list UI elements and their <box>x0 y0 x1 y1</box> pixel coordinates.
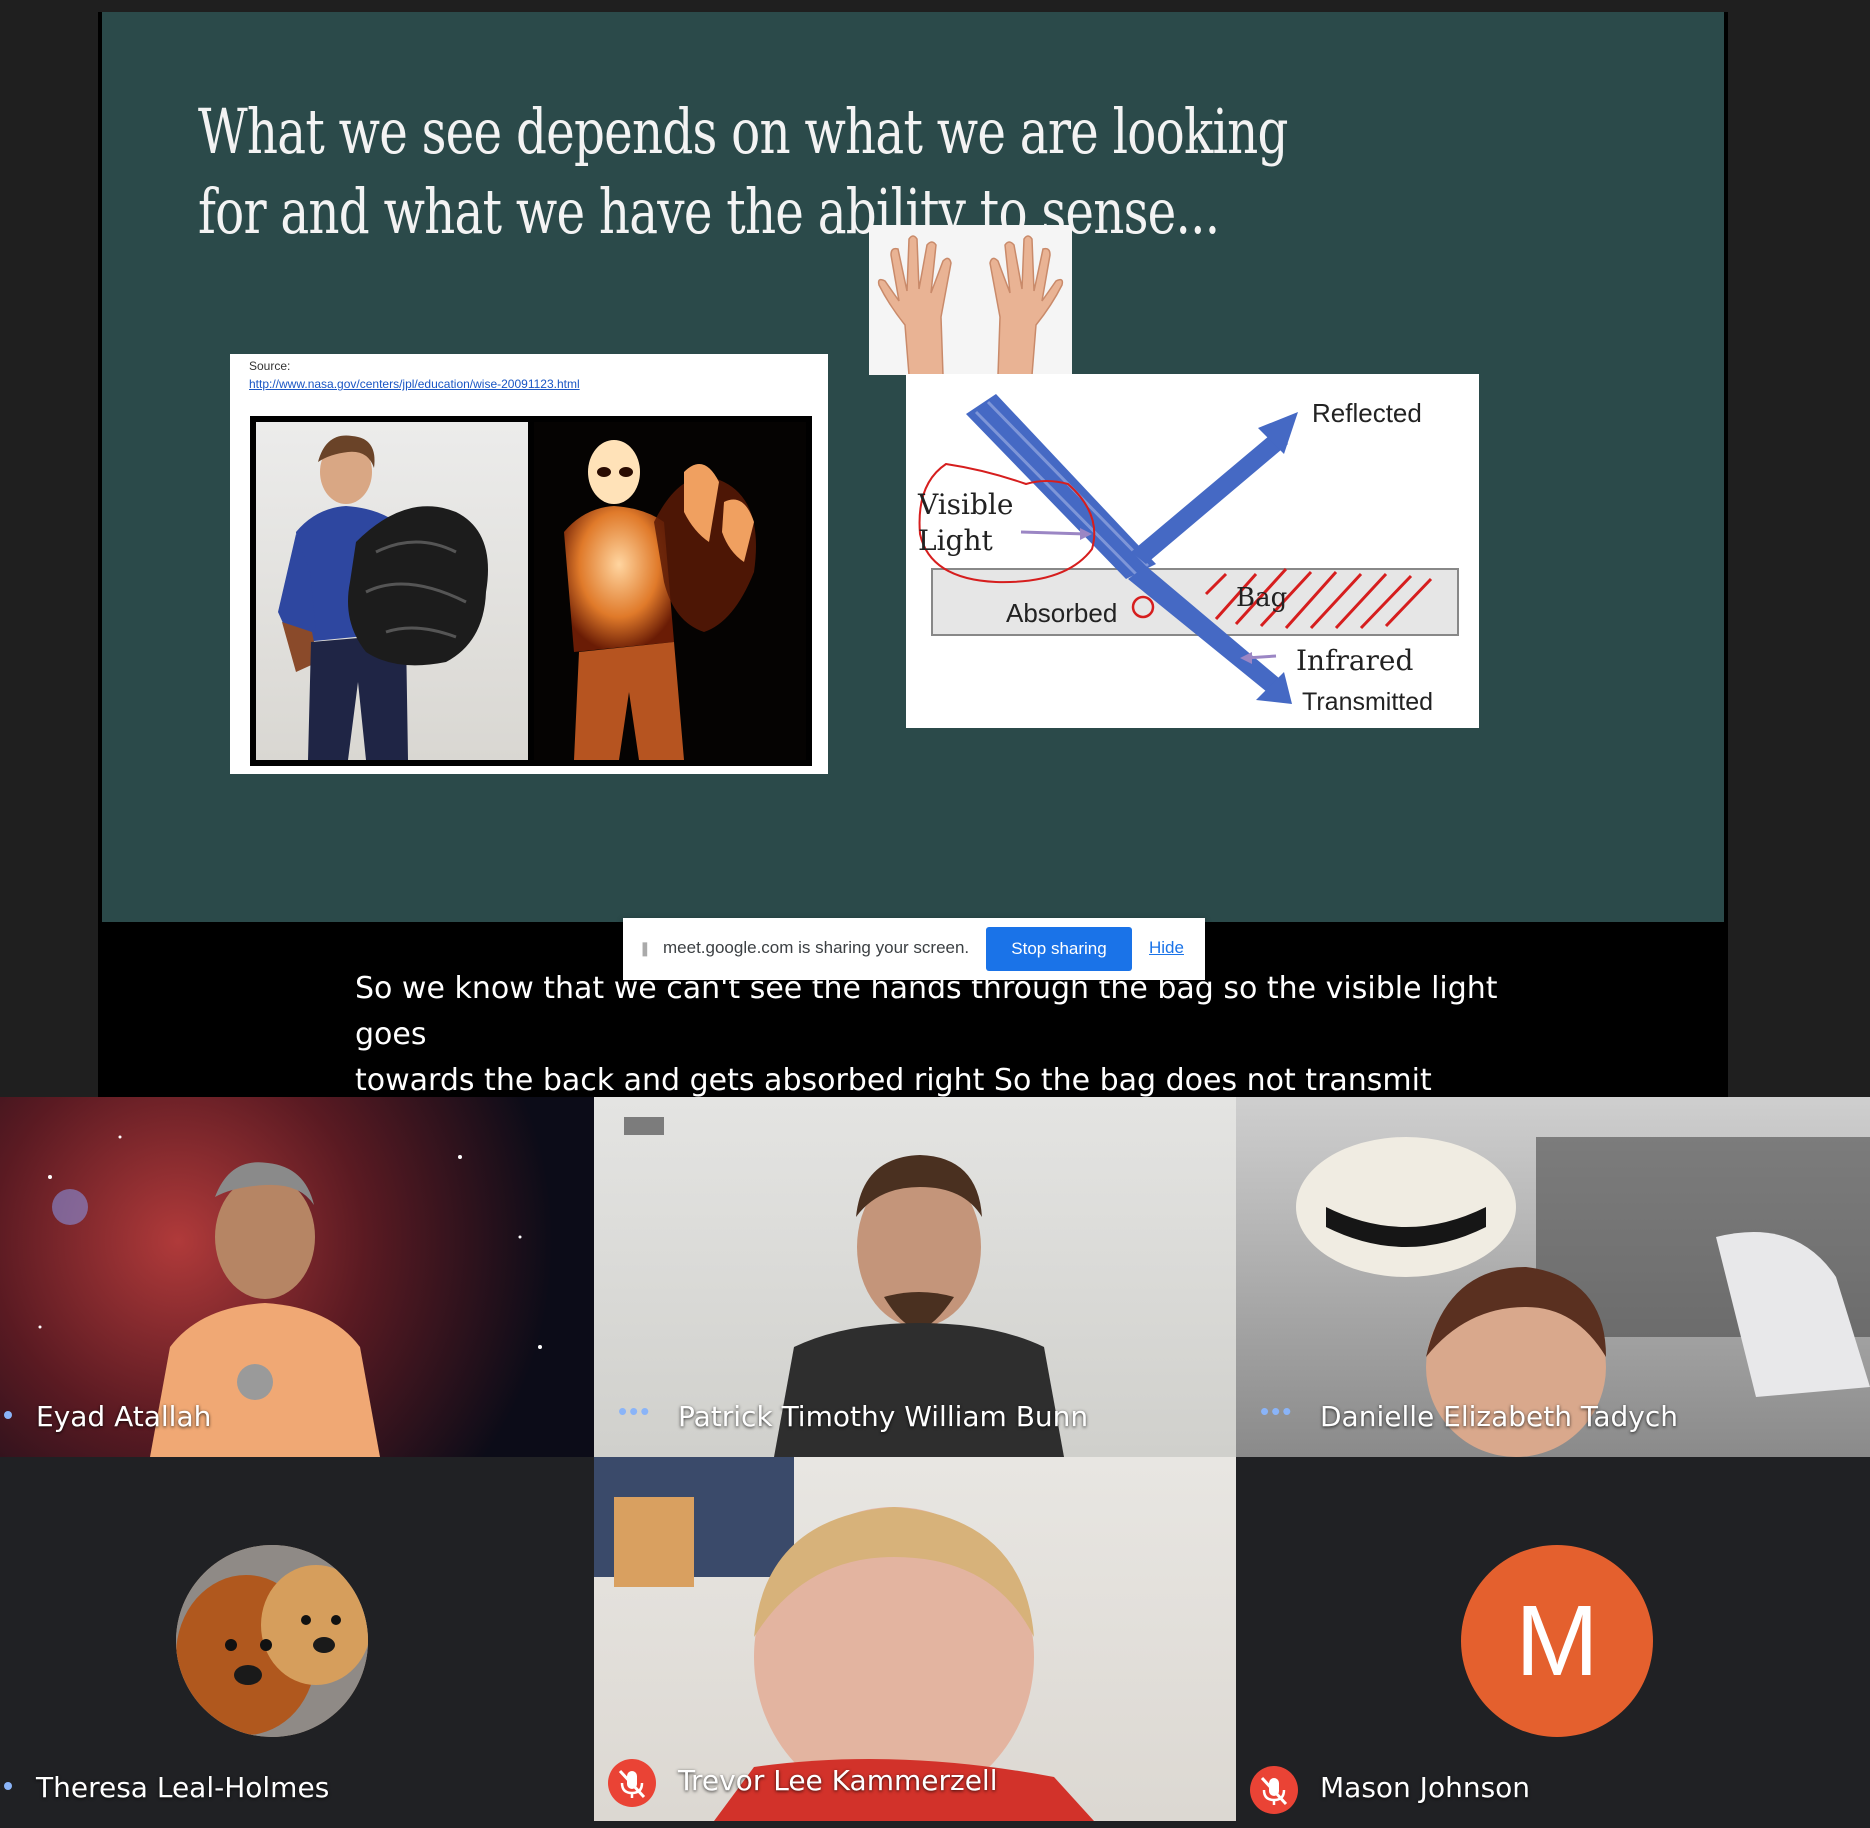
avatar: M <box>1461 1545 1653 1737</box>
source-label: Source: <box>249 359 291 373</box>
participant-name: Theresa Leal-Holmes <box>36 1771 330 1804</box>
participant-tile[interactable]: M Mason Johnson <box>1236 1457 1870 1828</box>
more-options-icon[interactable]: ••• <box>1260 1396 1293 1427</box>
bag-label: Bag <box>1236 583 1287 613</box>
participant-name: Danielle Elizabeth Tadych <box>1320 1400 1678 1433</box>
avatar-letter: M <box>1515 1584 1599 1697</box>
participant-tile[interactable]: Theresa Leal-Holmes <box>0 1457 594 1828</box>
mic-off-icon <box>1250 1766 1298 1814</box>
absorbed-label: Absorbed <box>1006 598 1117 628</box>
participant-name: Patrick Timothy William Bunn <box>678 1400 1089 1433</box>
slide-title: What we see depends on what we are looki… <box>198 95 1288 248</box>
hands-image <box>869 225 1072 376</box>
status-dot-icon <box>4 1411 12 1419</box>
participant-name: Trevor Lee Kammerzell <box>678 1764 998 1797</box>
raised-hands-illustration <box>877 235 1064 376</box>
share-message: meet.google.com is sharing your screen. <box>663 938 970 957</box>
drag-handle-icon[interactable]: ❚ <box>639 940 651 958</box>
transmitted-label: Transmitted <box>1302 688 1433 716</box>
dogs-avatar-illustration <box>176 1545 368 1737</box>
photo-frame <box>250 416 812 766</box>
mic-off-icon <box>608 1759 656 1807</box>
caption-line: So we know that we can't see the hands t… <box>355 971 1498 1052</box>
infrared-photo <box>534 422 806 760</box>
visible-label: Visible <box>917 488 1013 521</box>
source-link[interactable]: http://www.nasa.gov/centers/jpl/educatio… <box>249 377 580 391</box>
participant-name: Mason Johnson <box>1320 1771 1531 1804</box>
status-dot-icon <box>4 1782 12 1790</box>
infrared-label: Infrared <box>1296 644 1413 677</box>
visible-light-photo <box>256 422 528 760</box>
more-options-icon[interactable]: ••• <box>618 1396 651 1427</box>
man-with-bag-illustration <box>278 435 488 760</box>
live-captions: So we know that we can't see the hands t… <box>355 966 1535 1104</box>
light-diagram: Reflected Visible Light Absorbed Bag Inf… <box>906 374 1479 728</box>
stop-sharing-button[interactable]: Stop sharing <box>986 927 1132 971</box>
thermal-image-panel: Source: http://www.nasa.gov/centers/jpl/… <box>230 354 828 774</box>
light-label: Light <box>918 524 994 557</box>
light-interaction-diagram: Reflected Visible Light Absorbed Bag Inf… <box>917 394 1459 716</box>
participant-name: Eyad Atallah <box>36 1400 212 1433</box>
avatar <box>176 1545 368 1737</box>
participant-tile[interactable]: ••• Danielle Elizabeth Tadych <box>1236 1097 1870 1457</box>
participant-tile[interactable]: Eyad Atallah <box>0 1097 594 1457</box>
thermal-figure-illustration <box>564 440 756 760</box>
participant-tile[interactable]: ••• Patrick Timothy William Bunn <box>594 1097 1236 1457</box>
participant-tile[interactable]: Trevor Lee Kammerzell <box>594 1457 1236 1821</box>
hide-link[interactable]: Hide <box>1149 938 1184 958</box>
reflected-label: Reflected <box>1312 398 1422 428</box>
